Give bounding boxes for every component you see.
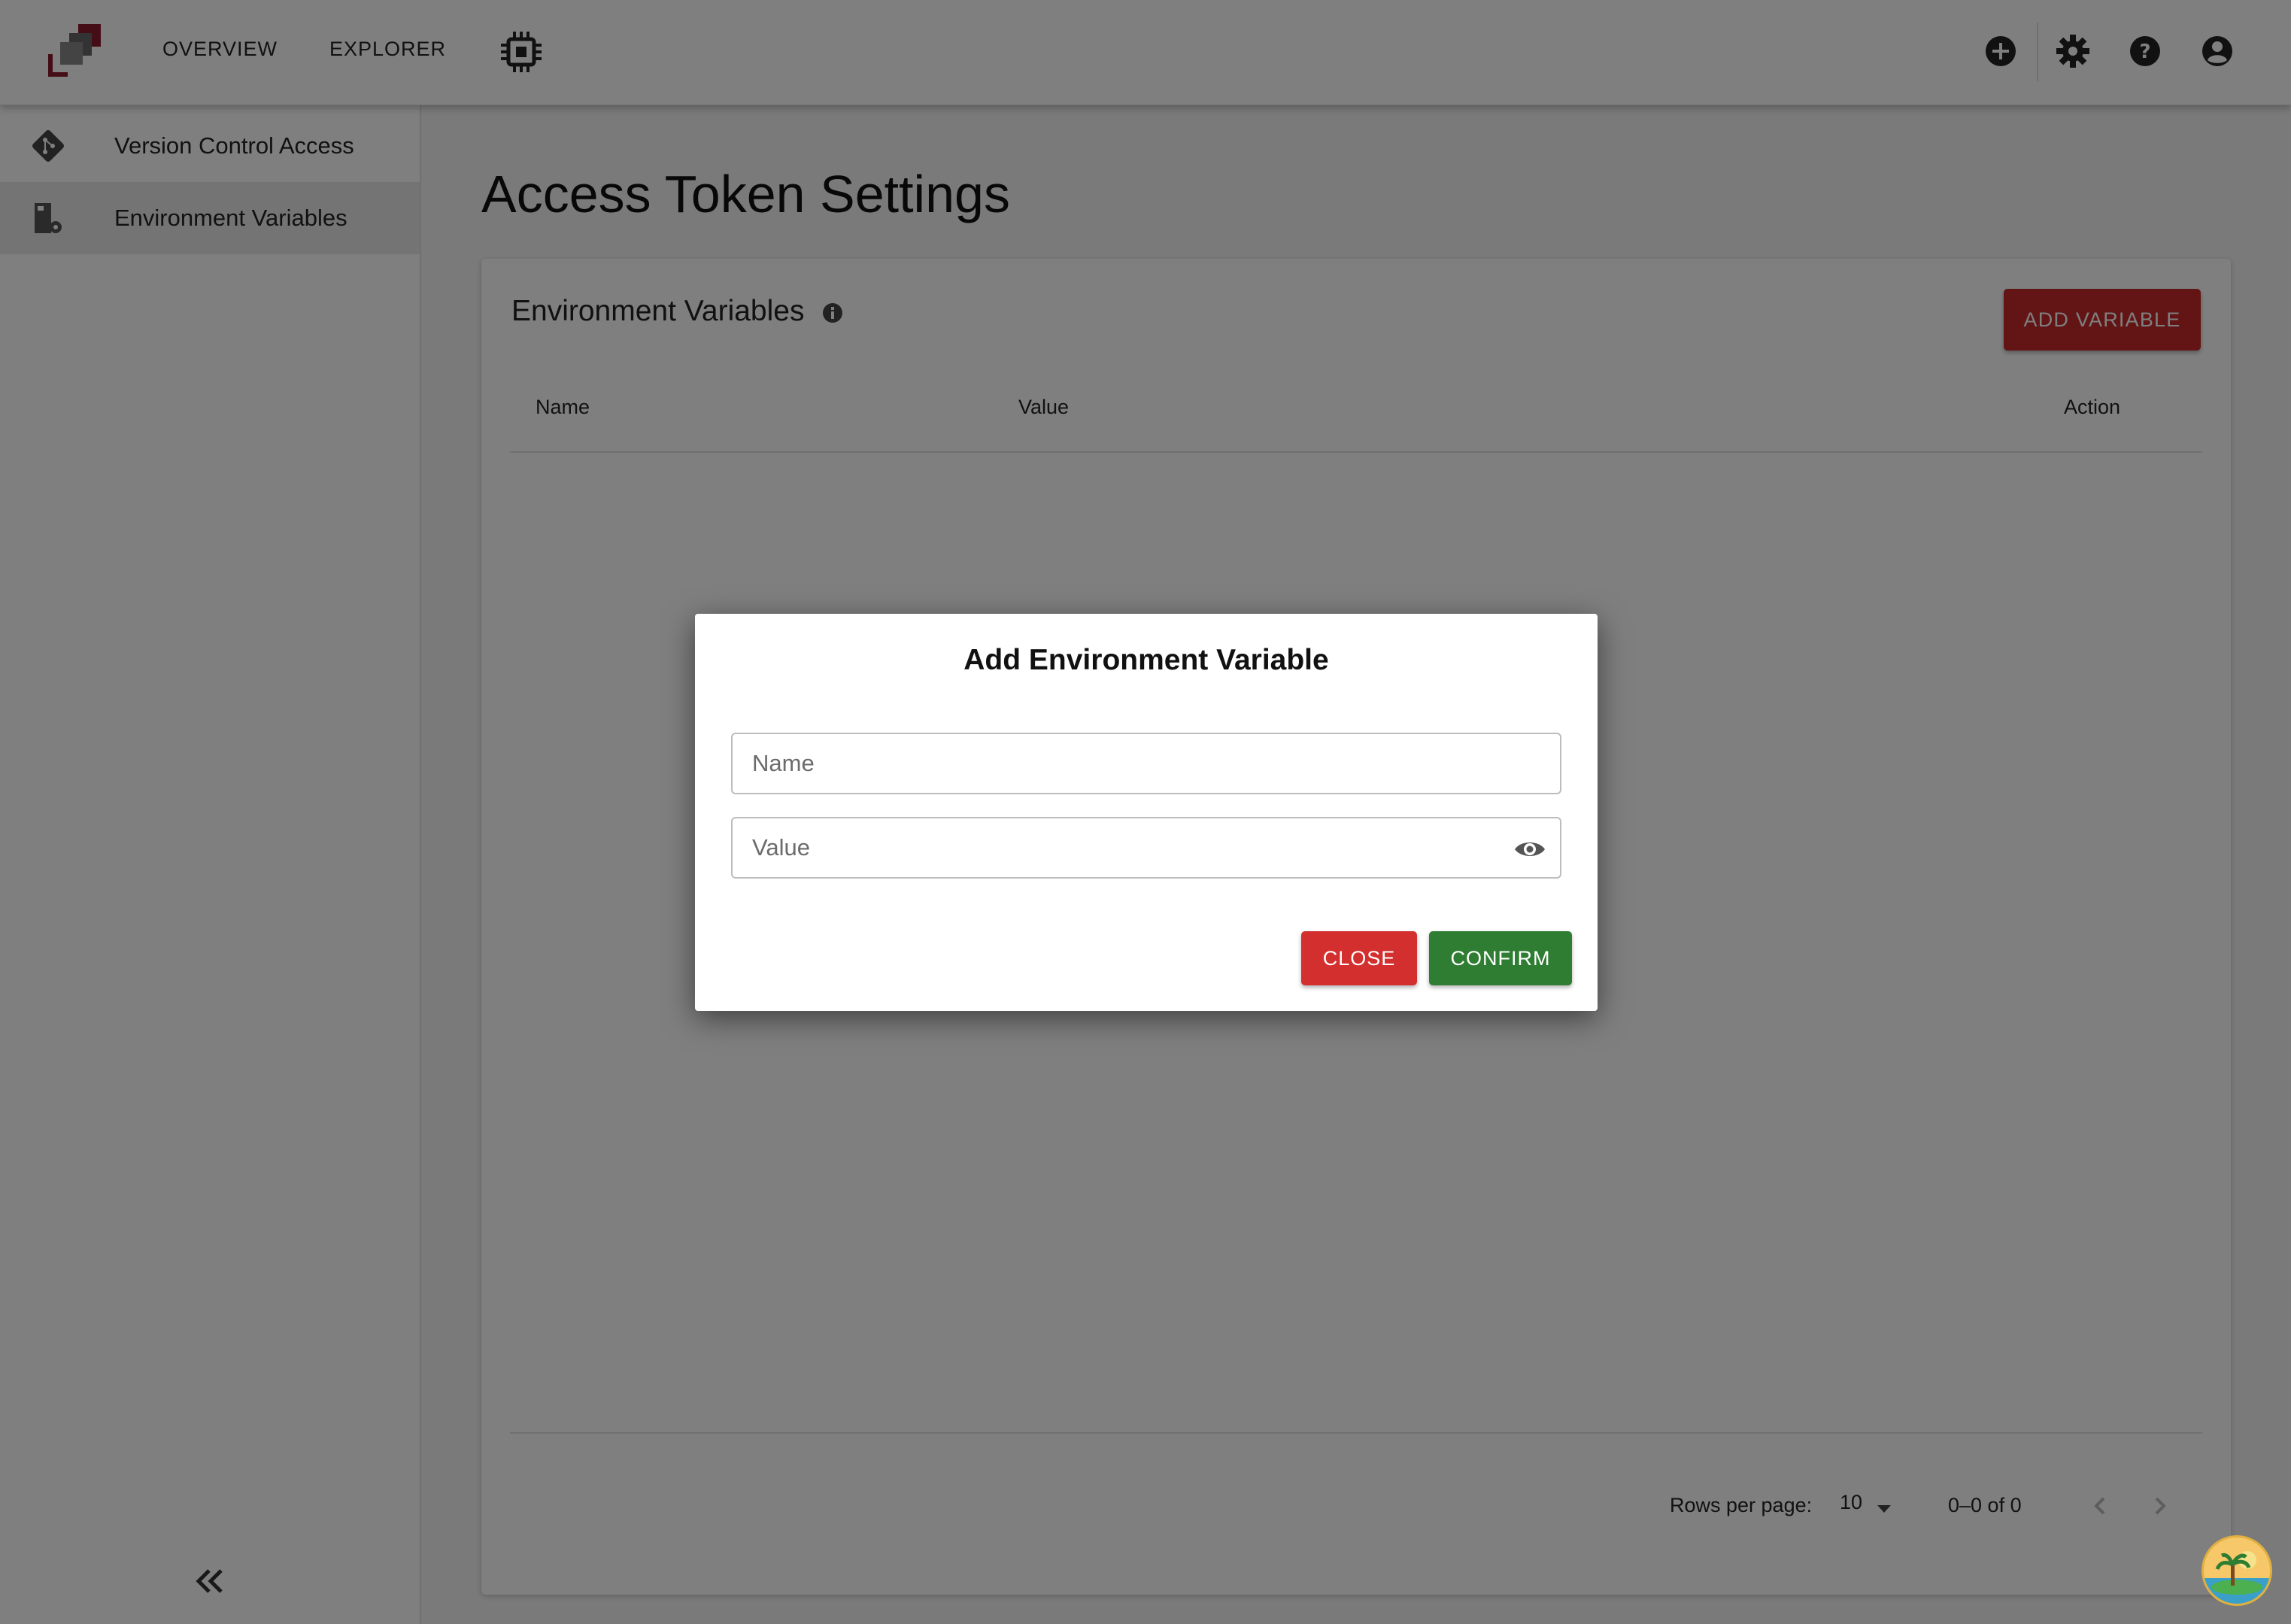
name-input[interactable]	[733, 734, 1560, 793]
value-field	[731, 817, 1561, 879]
dialog-title: Add Environment Variable	[963, 644, 1329, 676]
eye-icon[interactable]	[1513, 833, 1546, 866]
name-field	[731, 733, 1561, 794]
assistant-avatar-icon[interactable]	[2201, 1534, 2273, 1607]
add-env-variable-dialog: Add Environment Variable CLOSE CONFIRM	[695, 614, 1598, 1011]
confirm-button[interactable]: CONFIRM	[1429, 931, 1572, 985]
value-input[interactable]	[733, 818, 1560, 877]
close-button[interactable]: CLOSE	[1301, 931, 1417, 985]
